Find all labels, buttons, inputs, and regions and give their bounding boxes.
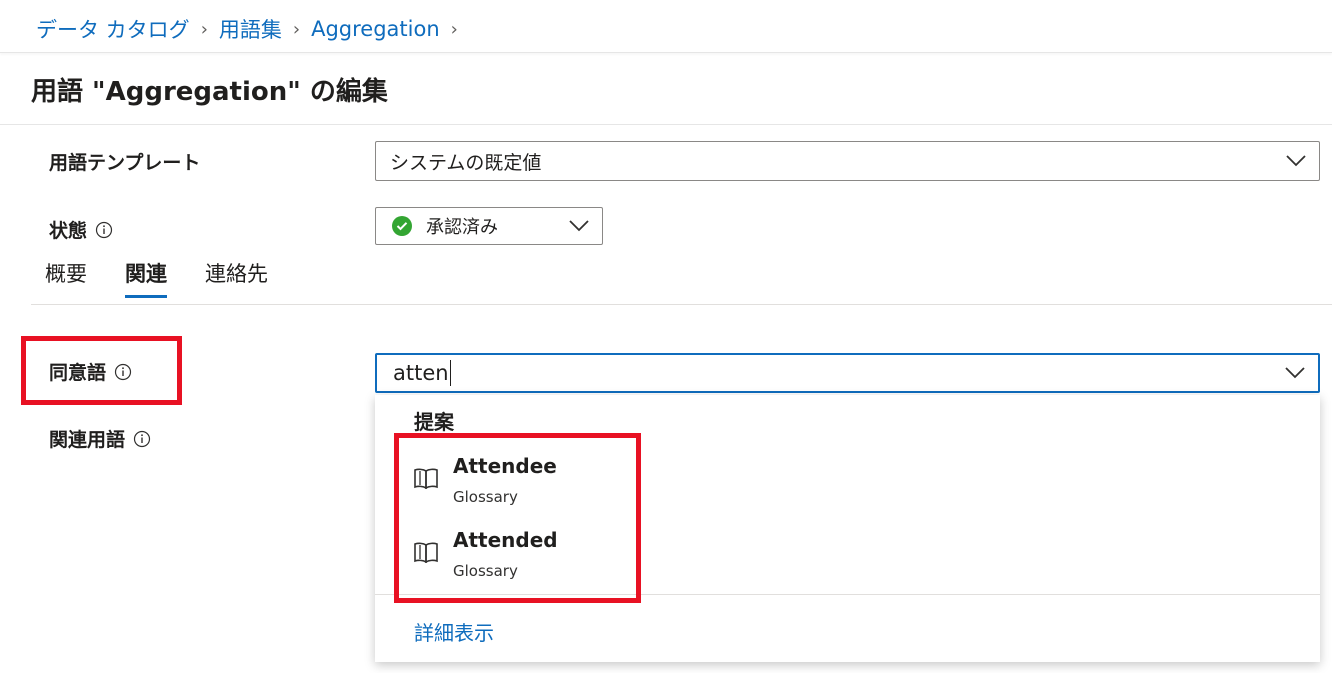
edit-term-page: データ カタログ › 用語集 › Aggregation › 用語 "Aggre…	[0, 0, 1332, 673]
synonyms-highlight-box	[21, 336, 182, 405]
status-value: 承認済み	[426, 217, 498, 238]
term-template-label: 用語テンプレート	[49, 148, 200, 175]
status-select[interactable]: 承認済み	[375, 207, 603, 245]
synonyms-input-value: atten	[393, 361, 449, 385]
synonyms-input[interactable]: atten	[375, 353, 1320, 393]
chevron-down-icon	[1286, 155, 1306, 167]
page-title: 用語 "Aggregation" の編集	[31, 77, 388, 107]
check-circle-icon	[392, 216, 412, 236]
breadcrumb-data-catalog[interactable]: データ カタログ	[36, 14, 190, 44]
related-terms-label-text: 関連用語	[49, 429, 126, 451]
breadcrumb-separator: ›	[200, 18, 208, 40]
tab-overview[interactable]: 概要	[45, 258, 87, 298]
breadcrumb-separator: ›	[292, 18, 301, 40]
title-divider	[0, 124, 1332, 125]
status-label: 状態	[49, 216, 113, 243]
suggestions-highlight-box	[394, 433, 641, 603]
tab-contacts[interactable]: 連絡先	[205, 258, 268, 298]
breadcrumb-glossary[interactable]: 用語集	[219, 14, 282, 44]
breadcrumb: データ カタログ › 用語集 › Aggregation ›	[36, 14, 469, 44]
info-icon[interactable]	[133, 430, 151, 448]
text-caret	[449, 360, 451, 386]
chevron-down-icon[interactable]	[1284, 366, 1306, 380]
status-label-text: 状態	[49, 220, 88, 242]
term-template-label-text: 用語テンプレート	[49, 152, 201, 174]
term-template-value: システムの既定値	[390, 151, 542, 174]
info-icon[interactable]	[95, 221, 113, 239]
tab-related[interactable]: 関連	[125, 258, 167, 298]
breadcrumb-aggregation[interactable]: Aggregation	[311, 17, 440, 41]
term-template-select[interactable]: システムの既定値	[375, 141, 1320, 181]
breadcrumb-separator: ›	[450, 18, 458, 40]
suggestions-header: 提案	[414, 410, 454, 434]
related-terms-label: 関連用語	[49, 425, 151, 452]
show-more-link[interactable]: 詳細表示	[414, 617, 494, 646]
chevron-down-icon	[569, 220, 589, 232]
tab-bar: 概要 関連 連絡先	[45, 258, 306, 298]
breadcrumb-bar: データ カタログ › 用語集 › Aggregation ›	[0, 0, 1332, 53]
tab-divider	[31, 304, 1332, 305]
